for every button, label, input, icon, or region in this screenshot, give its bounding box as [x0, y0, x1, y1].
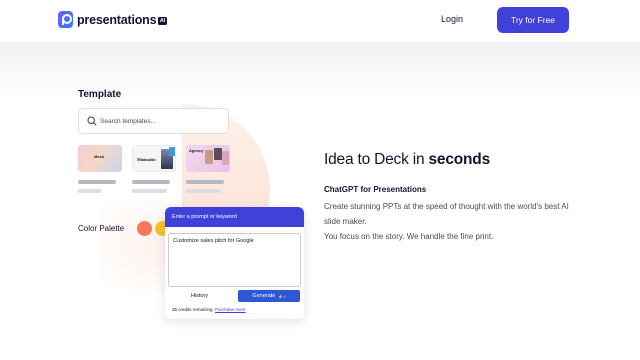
- thumbnail-photo: [222, 151, 229, 165]
- thumbnail-title-bar: [186, 180, 224, 184]
- logo-mark-icon: [58, 11, 73, 28]
- template-thumbnail-minimalist[interactable]: Minimalist: [132, 145, 176, 172]
- search-icon: [87, 116, 97, 126]
- generate-credit-count: ⚡4: [278, 293, 286, 299]
- thumbnail-meta-bar: [186, 189, 221, 193]
- hero-title-prefix: Idea to Deck in: [324, 151, 429, 168]
- logo[interactable]: presentations AI: [58, 11, 167, 28]
- prompt-input[interactable]: Customize sales pitch for Google: [168, 233, 301, 287]
- login-link[interactable]: Login: [441, 14, 463, 24]
- hero-description-line: Create stunning PPTs at the speed of tho…: [324, 202, 569, 226]
- color-swatch-orange[interactable]: [137, 221, 152, 236]
- logo-text: presentations: [77, 12, 157, 27]
- template-heading: Template: [78, 89, 122, 100]
- hero-title-emphasis: seconds: [428, 151, 491, 168]
- thumbnail-photo: [205, 150, 213, 164]
- thumbnail-title-bar: [78, 180, 116, 184]
- thumbnail-meta-bar: [78, 189, 101, 193]
- top-nav: presentations AI Login Try for Free: [0, 0, 640, 42]
- prompt-card: Enter a prompt or keyword Customize sale…: [165, 207, 304, 319]
- credits-remaining-text: 25 credits remaining.: [172, 307, 214, 312]
- purchase-more-link[interactable]: Purchase more: [215, 307, 246, 312]
- try-for-free-button[interactable]: Try for Free: [497, 7, 569, 33]
- color-palette-label: Color Palette: [78, 224, 125, 233]
- credits-info: 25 credits remaining. Purchase more: [172, 307, 246, 312]
- thumbnail-photo: [214, 148, 222, 160]
- template-thumbnail-label: Mesh: [94, 154, 105, 159]
- thumbnail-title-bar: [132, 180, 170, 184]
- thumbnail-meta-bar: [132, 189, 167, 193]
- template-search-box[interactable]: [78, 108, 229, 134]
- template-thumbnail-label: Minimalist: [137, 157, 156, 162]
- template-thumbnail-label: Agency: [189, 148, 204, 153]
- hero-description: Create stunning PPTs at the speed of tho…: [324, 199, 584, 244]
- thumbnail-photo: [169, 147, 175, 156]
- template-thumbnail-agency[interactable]: Agency: [186, 145, 230, 172]
- template-search-input[interactable]: [100, 114, 225, 129]
- hero-description-line: You focus on the story. We handle the fi…: [324, 232, 494, 241]
- template-thumbnail-mesh[interactable]: Mesh: [78, 145, 122, 172]
- generate-button[interactable]: Generate ⚡4: [238, 290, 300, 302]
- hero-subtitle: ChatGPT for Presentations: [324, 185, 427, 194]
- generate-label: Generate: [252, 293, 276, 299]
- prompt-card-header: Enter a prompt or keyword: [165, 207, 304, 227]
- history-button[interactable]: History: [168, 290, 231, 302]
- logo-ai-badge: AI: [158, 17, 167, 25]
- hero-title: Idea to Deck in seconds: [324, 151, 490, 169]
